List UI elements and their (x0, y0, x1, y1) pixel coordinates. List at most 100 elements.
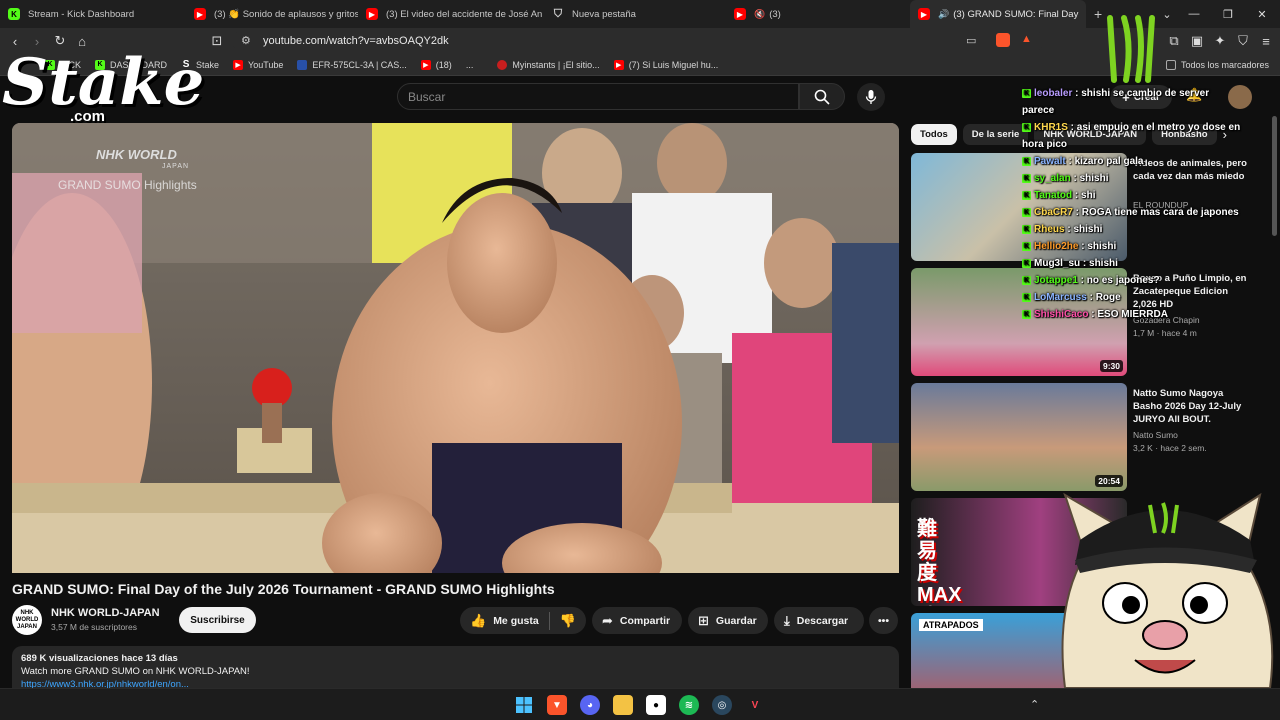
kick-badge-icon: K (1022, 292, 1031, 302)
leo-ai-icon[interactable]: ✦ (1212, 33, 1228, 49)
chat-message: K LoMarcuss : Roge (1022, 292, 1121, 303)
steam-icon[interactable]: ◎ (712, 695, 732, 715)
channel-name[interactable]: NHK WORLD-JAPAN (51, 607, 160, 619)
spotify-icon[interactable]: ≋ (679, 695, 699, 715)
windows-start-icon[interactable] (514, 695, 534, 715)
description-link[interactable]: https://www3.nhk.or.jp/nhkworld/en/on... (21, 678, 890, 688)
microphone-icon (865, 90, 877, 104)
share-button[interactable]: ➦ Compartir (592, 607, 682, 634)
close-tab-icon[interactable]: ✕ (1078, 9, 1086, 20)
cast-icon[interactable]: ▭ (966, 34, 976, 47)
recommendation-item[interactable]: 20:54 Natto Sumo Nagoya Basho 2026 Day 1… (911, 383, 1271, 491)
tab-title: Stream - Kick Dashboard (28, 8, 135, 20)
kick-badge-icon: K (1022, 88, 1031, 98)
valorant-icon[interactable]: V (745, 695, 765, 715)
like-dislike-group: 👍 Me gusta 👎 (460, 607, 586, 634)
kick-badge-icon: K (1022, 258, 1031, 268)
bookmark-myinstants[interactable]: Myinstants | ¡El sitio... (497, 59, 600, 70)
brave-shields-icon[interactable] (996, 33, 1010, 47)
tab-youtube-3[interactable]: ▶ 🔇 (3) (726, 0, 910, 28)
chip-todos[interactable]: Todos (911, 123, 957, 145)
maximize-button[interactable]: ❐ (1211, 0, 1245, 28)
cat-avatar-icon (1061, 492, 1274, 689)
chat-message: K CbaCR7 : ROGA tiene mas cara de japones (1022, 207, 1239, 218)
close-window-button[interactable]: ✕ (1245, 0, 1279, 28)
extensions-icon[interactable]: ⧉ (1166, 33, 1182, 49)
thumbs-down-icon[interactable]: 👎 (560, 613, 576, 629)
kick-badge-icon: K (1022, 309, 1031, 319)
stake-logo-overlay: Stake .com (2, 45, 205, 126)
bookmark-casio[interactable]: EFR-575CL-3A | CAS... (297, 59, 407, 70)
more-icon: ••• (877, 614, 890, 627)
channel-avatar[interactable]: NHK WORLD JAPAN (12, 605, 42, 635)
chat-message: K Hellio2he : shishi (1022, 241, 1117, 252)
tab-title: (3) 👏 Sonido de aplausos y gritos d (214, 8, 358, 20)
menu-icon[interactable]: ≡ (1258, 33, 1274, 49)
youtube-icon: ▶ (918, 8, 930, 20)
all-bookmarks[interactable]: Todos los marcadores (1166, 59, 1269, 70)
kick-badge-icon: K (1022, 224, 1031, 234)
tab-accidente[interactable]: ▶ (3) El video del accidente de José An (358, 0, 544, 28)
wallet-icon[interactable]: ▣ (1189, 33, 1205, 49)
chip-de-la-serie[interactable]: De la serie (962, 123, 1029, 145)
tab-grand-sumo[interactable]: ▶ 🔊 (3) GRAND SUMO: Final Day ✕ (910, 0, 1086, 28)
stake-logo: Stake (2, 45, 205, 120)
tab-title: (3) (769, 8, 781, 20)
thumbs-up-icon[interactable]: 👍 (470, 613, 486, 629)
share-icon: ➦ (602, 612, 613, 628)
file-explorer-icon[interactable] (613, 695, 633, 715)
bookmark-youtube[interactable]: ▶ YouTube (233, 59, 283, 70)
brave-rewards-icon[interactable]: ▲ (1021, 33, 1032, 45)
chat-message: K Jotappe1 : no es japones? (1022, 275, 1160, 286)
bookmark-luis-miguel[interactable]: ▶ (7) Si Luis Miguel hu... (613, 59, 718, 70)
tab-title: Nueva pestaña (572, 8, 636, 20)
bookmark-more[interactable]: ... (466, 60, 474, 70)
vpn-icon[interactable]: ⛉ (1235, 33, 1251, 49)
search-button[interactable] (799, 83, 845, 110)
kick-icon: K (8, 8, 20, 20)
like-button[interactable]: Me gusta (493, 615, 539, 627)
tab-nueva-pestana[interactable]: ⛉ Nueva pestaña (544, 0, 726, 28)
muted-icon[interactable]: 🔇 (754, 9, 765, 20)
obs-icon[interactable]: ● (646, 695, 666, 715)
subscribe-button[interactable]: Suscribirse (179, 607, 256, 633)
monster-logo (1104, 14, 1158, 84)
tab-aplausos[interactable]: ▶ (3) 👏 Sonido de aplausos y gritos d (186, 0, 358, 28)
youtube-icon: ▶ (194, 8, 206, 20)
video-thumbnail[interactable]: 20:54 (911, 383, 1127, 491)
save-button[interactable]: ⊞ Guardar (688, 607, 768, 634)
save-playlist-icon: ⊞ (698, 612, 709, 628)
search-icon (814, 89, 830, 105)
search-input[interactable]: Buscar (397, 83, 799, 110)
tray-chevron-up-icon[interactable]: ⌃ (1030, 698, 1039, 711)
bookmark-icon[interactable]: ⊡ (209, 33, 225, 49)
audio-playing-icon[interactable]: 🔊 (938, 9, 949, 20)
tab-kick-dashboard[interactable]: K Stream - Kick Dashboard (0, 0, 186, 28)
video-player[interactable]: NHK WORLD JAPAN GRAND SUMO Highlights (12, 123, 899, 573)
url-text[interactable]: youtube.com/watch?v=avbsOAQY2dk (263, 35, 449, 47)
chat-message: K ShishiCaco : ESO MIERRDA (1022, 309, 1168, 320)
recommendation-meta: 1,7 M · hace 4 m (1133, 328, 1197, 338)
kick-badge-icon: K (1022, 173, 1031, 183)
windows-taskbar: ▼ ◕ ● ≋ ◎ V ⌃ (0, 688, 1280, 720)
kick-badge-icon: K (1022, 275, 1031, 285)
youtube-icon: ▶ (233, 59, 244, 70)
voice-search-button[interactable] (857, 83, 885, 111)
recommendation-channel: Natto Sumo (1133, 430, 1178, 440)
more-actions-button[interactable]: ••• (869, 607, 898, 634)
youtube-icon: ▶ (366, 8, 378, 20)
brave-icon[interactable]: ▼ (547, 695, 567, 715)
scrollbar[interactable] (1272, 116, 1277, 236)
download-button[interactable]: ⤓ Descargar (774, 607, 864, 634)
chat-message: K Rheus : shishi (1022, 224, 1103, 235)
discord-icon[interactable]: ◕ (580, 695, 600, 715)
chat-message-continued: hora pico (1022, 139, 1068, 150)
chat-message: K KHR1S : asi empujo en el metro yo dose … (1022, 122, 1241, 133)
download-icon: ⤓ (784, 612, 790, 628)
bookmark-18[interactable]: ▶ (18) (420, 59, 452, 70)
site-settings-icon[interactable]: ⚙ (241, 34, 251, 47)
description-text: Watch more GRAND SUMO on NHK WORLD-JAPAN… (21, 666, 250, 677)
url-box[interactable]: ⚙ youtube.com/watch?v=avbsOAQY2dk ▭ ▲ (232, 31, 1044, 51)
description-box[interactable]: 689 K visualizaciones hace 13 días Watch… (12, 646, 899, 688)
minimize-button[interactable]: — (1177, 0, 1211, 28)
